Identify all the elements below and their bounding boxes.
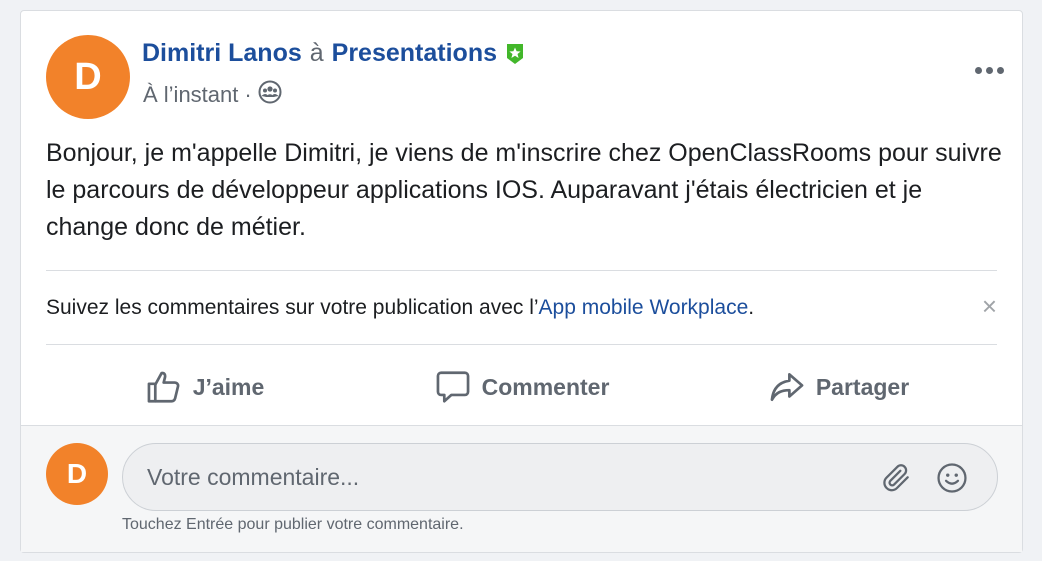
workplace-app-link[interactable]: App mobile Workplace — [539, 296, 749, 319]
post-timestamp[interactable]: À l’instant — [143, 82, 238, 108]
like-button[interactable]: J’aime — [46, 354, 363, 420]
divider-bottom — [46, 344, 997, 345]
post-body-text: Bonjour, je m'appelle Dimitri, je viens … — [46, 139, 1002, 241]
group-name-link[interactable]: Presentations — [332, 39, 497, 68]
paperclip-icon[interactable] — [881, 462, 913, 499]
comment-hint: Touchez Entrée pour publier votre commen… — [122, 516, 464, 533]
author-line: Dimitri Lanos à Presentations — [142, 39, 525, 68]
speech-bubble-icon — [436, 371, 469, 403]
post-meta: À l’instant · — [143, 80, 282, 110]
author-group-separator: à — [309, 39, 324, 67]
comment-label: Commenter — [481, 373, 610, 400]
author-avatar[interactable]: D — [46, 35, 130, 119]
author-avatar-initial: D — [74, 55, 102, 98]
like-label: J’aime — [192, 373, 265, 400]
notice-text: Suivez les commentaires sur votre public… — [46, 296, 539, 319]
more-options-icon[interactable] — [975, 67, 1004, 74]
meta-separator: · — [244, 82, 252, 107]
comment-button[interactable]: Commenter — [363, 354, 680, 420]
share-button[interactable]: Partager — [680, 354, 997, 420]
group-audience-icon[interactable] — [258, 80, 282, 110]
group-badge-icon — [505, 43, 525, 65]
share-arrow-icon — [770, 372, 804, 402]
emoji-icon[interactable] — [935, 461, 969, 500]
user-avatar-initial: D — [66, 458, 88, 489]
post-card: D Dimitri Lanos à Presentations À l’inst… — [20, 10, 1023, 553]
share-label: Partager — [815, 373, 910, 400]
post-header: D Dimitri Lanos à Presentations À l’inst… — [46, 35, 1022, 119]
comment-composer: D Touchez Entrée pour publier votre comm… — [21, 425, 1022, 552]
divider-top — [46, 270, 997, 271]
user-avatar[interactable]: D — [46, 443, 108, 505]
post-actions: J’aime Commenter Partager — [46, 354, 997, 420]
notice-suffix: . — [748, 296, 755, 319]
mobile-app-notice: Suivez les commentaires sur votre public… — [46, 296, 997, 320]
close-icon[interactable]: × — [982, 293, 997, 319]
thumbs-up-icon — [147, 371, 180, 403]
comment-input[interactable] — [147, 444, 847, 510]
comment-box — [122, 443, 998, 511]
author-name-link[interactable]: Dimitri Lanos — [142, 39, 302, 68]
